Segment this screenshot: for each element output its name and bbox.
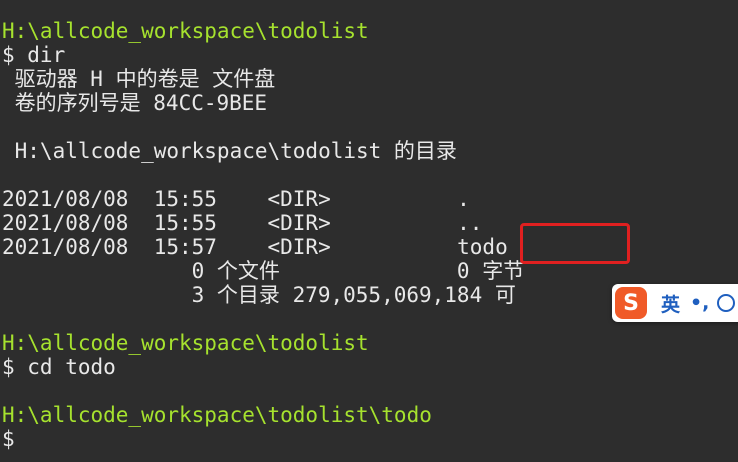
output-line: H:\allcode_workspace\todolist 的目录	[2, 139, 457, 163]
ime-toolbar[interactable]: S 英 •,	[612, 284, 738, 322]
command-line: $ cd todo	[2, 355, 116, 379]
ime-punctuation-toggle[interactable]: •,	[690, 292, 709, 314]
prompt-path: H:\allcode_workspace\todolist	[2, 19, 369, 43]
ime-language-toggle[interactable]: 英	[661, 290, 680, 317]
command-line: $ dir	[2, 43, 66, 67]
command-input[interactable]: $	[2, 427, 15, 451]
output-line: 驱动器 H 中的卷是 文件盘	[2, 67, 276, 91]
dir-entry: 2021/08/08 15:55 <DIR> ..	[2, 211, 483, 235]
prompt-path: H:\allcode_workspace\todolist\todo	[2, 403, 432, 427]
terminal-window[interactable]: H:\allcode_workspace\todolist $ dir 驱动器 …	[0, 0, 738, 462]
output-line: 卷的序列号是 84CC-9BEE	[2, 91, 268, 115]
highlight-box	[520, 223, 630, 264]
prompt-path: H:\allcode_workspace\todolist	[2, 331, 369, 355]
dir-entry: 2021/08/08 15:57 <DIR> todo	[2, 235, 508, 259]
dir-count-line: 3 个目录 279,055,069,184 可	[2, 283, 516, 307]
dir-entry: 2021/08/08 15:55 <DIR> .	[2, 187, 470, 211]
smiley-icon[interactable]	[717, 294, 736, 312]
sogou-logo-icon[interactable]: S	[615, 287, 647, 319]
file-count-line: 0 个文件 0 字节	[2, 259, 525, 283]
